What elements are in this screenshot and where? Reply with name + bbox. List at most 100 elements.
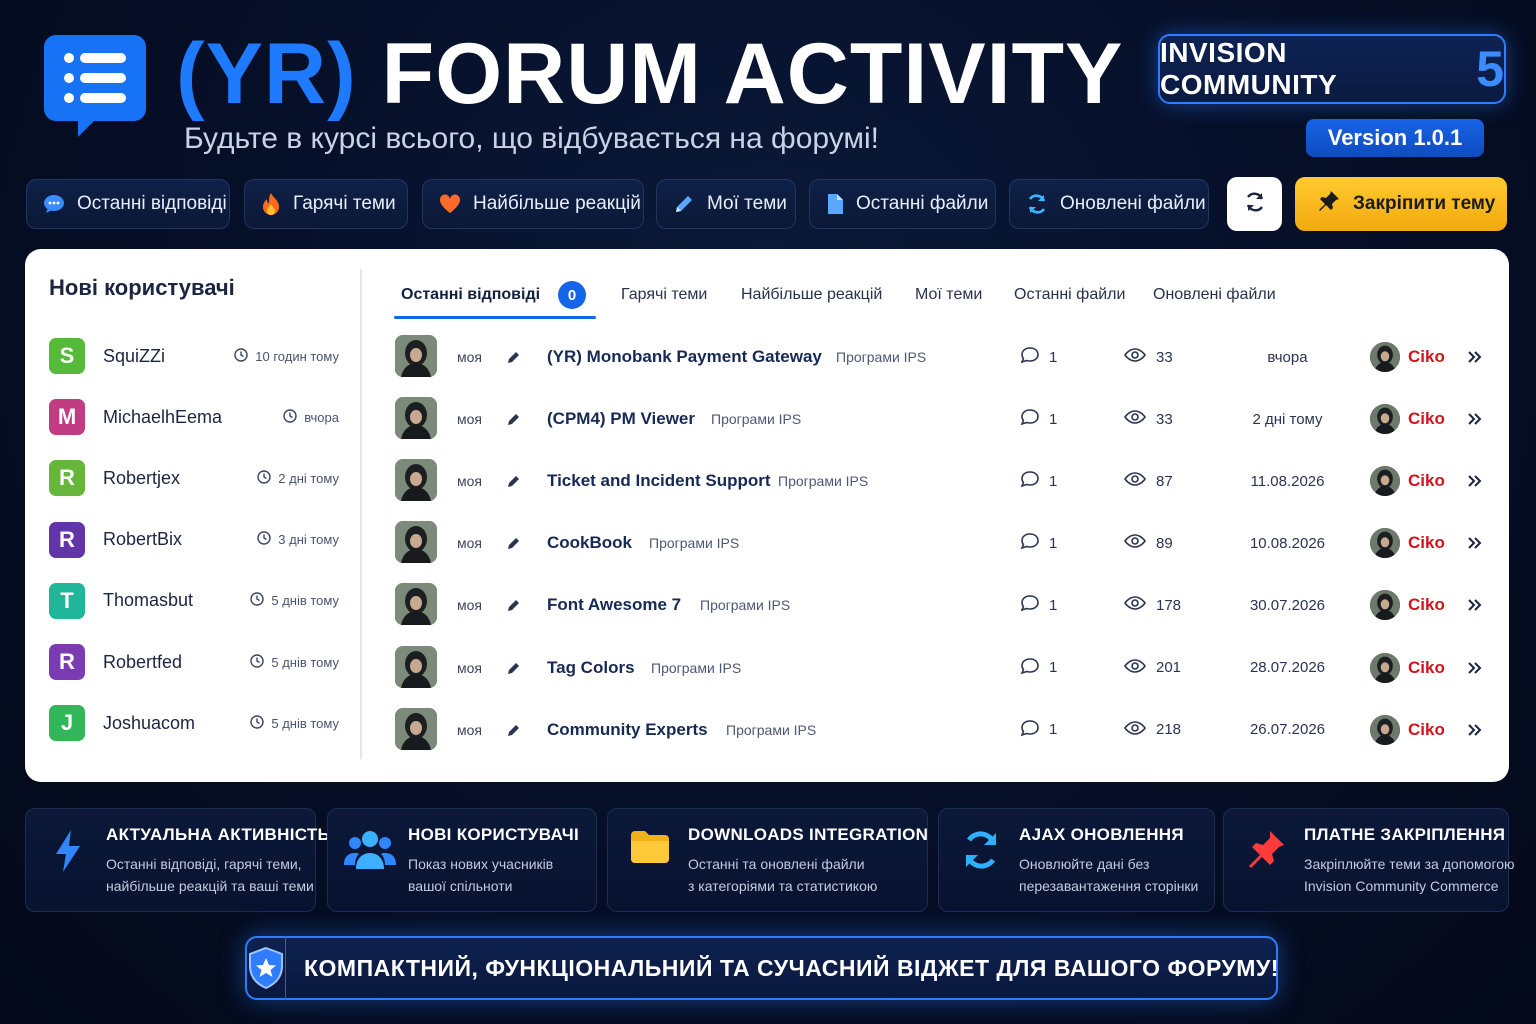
last-poster[interactable]: Ciko <box>1370 708 1445 752</box>
user-row[interactable]: S SquiZZi 10 годин тому <box>49 336 339 376</box>
user-joined-time: 5 днів тому <box>250 653 339 671</box>
tab-latest-replies[interactable]: Останні відповіді 0 <box>401 271 587 319</box>
comments-count: 1 <box>1020 583 1057 627</box>
user-name[interactable]: MichaelhEema <box>103 407 283 428</box>
topic-starter-avatar[interactable] <box>395 707 437 750</box>
views-count: 201 <box>1124 646 1181 690</box>
views-count: 87 <box>1124 459 1173 503</box>
author-name[interactable]: Ciko <box>1408 409 1445 429</box>
topic-title-link[interactable]: (YR) Monobank Payment Gateway <box>547 335 822 379</box>
user-name[interactable]: SquiZZi <box>103 346 234 367</box>
refresh-icon <box>1243 190 1267 219</box>
topic-category[interactable]: Програми IPS <box>711 397 801 441</box>
go-to-last-post-icon[interactable] <box>1467 397 1483 441</box>
author-name[interactable]: Ciko <box>1408 658 1445 678</box>
views-count: 218 <box>1124 708 1181 752</box>
go-to-last-post-icon[interactable] <box>1467 459 1483 503</box>
brand-number: 5 <box>1476 41 1504 97</box>
go-to-last-post-icon[interactable] <box>1467 646 1483 690</box>
user-row[interactable]: T Thomasbut 5 днів тому <box>49 581 339 621</box>
last-poster[interactable]: Ciko <box>1370 646 1445 690</box>
feature-desc-line-2: вашої спільноти <box>408 878 513 894</box>
author-name[interactable]: Ciko <box>1408 595 1445 615</box>
topic-category[interactable]: Програми IPS <box>649 521 739 565</box>
last-poster[interactable]: Ciko <box>1370 521 1445 565</box>
views-count: 33 <box>1124 397 1173 441</box>
author-name[interactable]: Ciko <box>1408 720 1445 740</box>
mine-label: моя <box>457 659 482 676</box>
comment-icon <box>1020 719 1040 741</box>
user-name[interactable]: Robertfed <box>103 652 250 673</box>
refresh-button[interactable] <box>1227 177 1282 231</box>
user-name[interactable]: Joshuacom <box>103 713 250 734</box>
topic-title-link[interactable]: CookBook <box>547 521 632 565</box>
tab-button-label: Гарячі теми <box>293 193 396 214</box>
tab-button-my-topics[interactable]: Мої теми <box>656 179 796 229</box>
last-poster[interactable]: Ciko <box>1370 459 1445 503</box>
topic-title-link[interactable]: Font Awesome 7 <box>547 583 681 627</box>
pin-topic-button[interactable]: Закріпити тему <box>1295 177 1507 231</box>
mine-label: моя <box>457 535 482 552</box>
mine-label: моя <box>457 473 482 490</box>
topic-title-link[interactable]: Ticket and Incident Support <box>547 459 771 503</box>
author-avatar <box>1370 528 1400 559</box>
user-row[interactable]: R Robertjex 2 дні тому <box>49 458 339 498</box>
author-name[interactable]: Ciko <box>1408 347 1445 367</box>
user-row[interactable]: R Robertfed 5 днів тому <box>49 642 339 682</box>
topic-category[interactable]: Програми IPS <box>726 708 816 752</box>
user-name[interactable]: RobertBix <box>103 529 257 550</box>
feature-desc-line-1: Закріплюйте теми за допомогою <box>1304 856 1515 872</box>
last-poster[interactable]: Ciko <box>1370 397 1445 441</box>
topic-category[interactable]: Програми IPS <box>836 335 926 379</box>
tab-hot-topics[interactable]: Гарячі теми <box>621 271 707 319</box>
tab-button-updated-files[interactable]: Оновлені файли <box>1009 179 1209 229</box>
tab-updated-files[interactable]: Оновлені файли <box>1153 271 1276 319</box>
go-to-last-post-icon[interactable] <box>1467 708 1483 752</box>
tab-my-topics[interactable]: Мої теми <box>915 271 982 319</box>
topic-starter-avatar[interactable] <box>395 459 437 502</box>
topic-row: моя (YR) Monobank Payment Gateway Програ… <box>395 335 1495 379</box>
clock-icon <box>257 531 271 548</box>
user-row[interactable]: J Joshuacom 5 днів тому <box>49 703 339 743</box>
topic-starter-avatar[interactable] <box>395 583 437 626</box>
topic-title-link[interactable]: (CPM4) PM Viewer <box>547 397 695 441</box>
tab-button-most-reactions[interactable]: Найбільше реакцій <box>422 179 644 229</box>
topic-starter-avatar[interactable] <box>395 335 437 377</box>
user-name[interactable]: Thomasbut <box>103 590 250 611</box>
topic-title-link[interactable]: Tag Colors <box>547 646 635 690</box>
topic-row: моя Font Awesome 7 Програми IPS 1 178 30… <box>395 583 1495 627</box>
user-name[interactable]: Robertjex <box>103 468 257 489</box>
user-avatar: R <box>49 460 85 497</box>
last-poster[interactable]: Ciko <box>1370 583 1445 627</box>
shield-star-icon <box>247 936 286 1000</box>
tab-button-latest-files[interactable]: Останні файли <box>809 179 996 229</box>
topic-starter-avatar[interactable] <box>395 521 437 564</box>
clock-icon <box>257 470 271 487</box>
user-row[interactable]: R RobertBix 3 дні тому <box>49 520 339 560</box>
tab-latest-files[interactable]: Останні файли <box>1014 271 1125 319</box>
tab-button-latest-replies[interactable]: Останні відповіді <box>26 179 230 229</box>
topic-category[interactable]: Програми IPS <box>651 646 741 690</box>
feature-desc-line-2: найбільше реакцій та ваші теми <box>106 878 314 894</box>
topic-title-link[interactable]: Community Experts <box>547 708 708 752</box>
tab-button-hot-topics[interactable]: Гарячі теми <box>244 179 408 229</box>
author-name[interactable]: Ciko <box>1408 533 1445 553</box>
go-to-last-post-icon[interactable] <box>1467 521 1483 565</box>
comments-count: 1 <box>1020 521 1057 565</box>
go-to-last-post-icon[interactable] <box>1467 335 1483 379</box>
go-to-last-post-icon[interactable] <box>1467 583 1483 627</box>
user-joined-time: 2 дні тому <box>257 470 339 487</box>
tab-most-reactions[interactable]: Найбільше реакцій <box>741 271 882 319</box>
user-avatar: R <box>49 644 85 680</box>
topic-category[interactable]: Програми IPS <box>778 459 868 503</box>
topic-starter-avatar[interactable] <box>395 645 437 688</box>
eye-icon <box>1124 347 1146 367</box>
user-row[interactable]: M MichaelhEema вчора <box>49 397 339 437</box>
topic-category[interactable]: Програми IPS <box>700 583 790 627</box>
last-poster[interactable]: Ciko <box>1370 335 1445 379</box>
topic-starter-avatar[interactable] <box>395 397 437 440</box>
author-name[interactable]: Ciko <box>1408 471 1445 491</box>
bottom-banner: КОМПАКТНИЙ, ФУНКЦІОНАЛЬНИЙ ТА СУЧАСНИЙ В… <box>245 936 1278 1000</box>
feature-card: АКТУАЛЬНА АКТИВНІСТЬ Останні відповіді, … <box>25 808 330 912</box>
pushpin-icon <box>1317 189 1341 219</box>
